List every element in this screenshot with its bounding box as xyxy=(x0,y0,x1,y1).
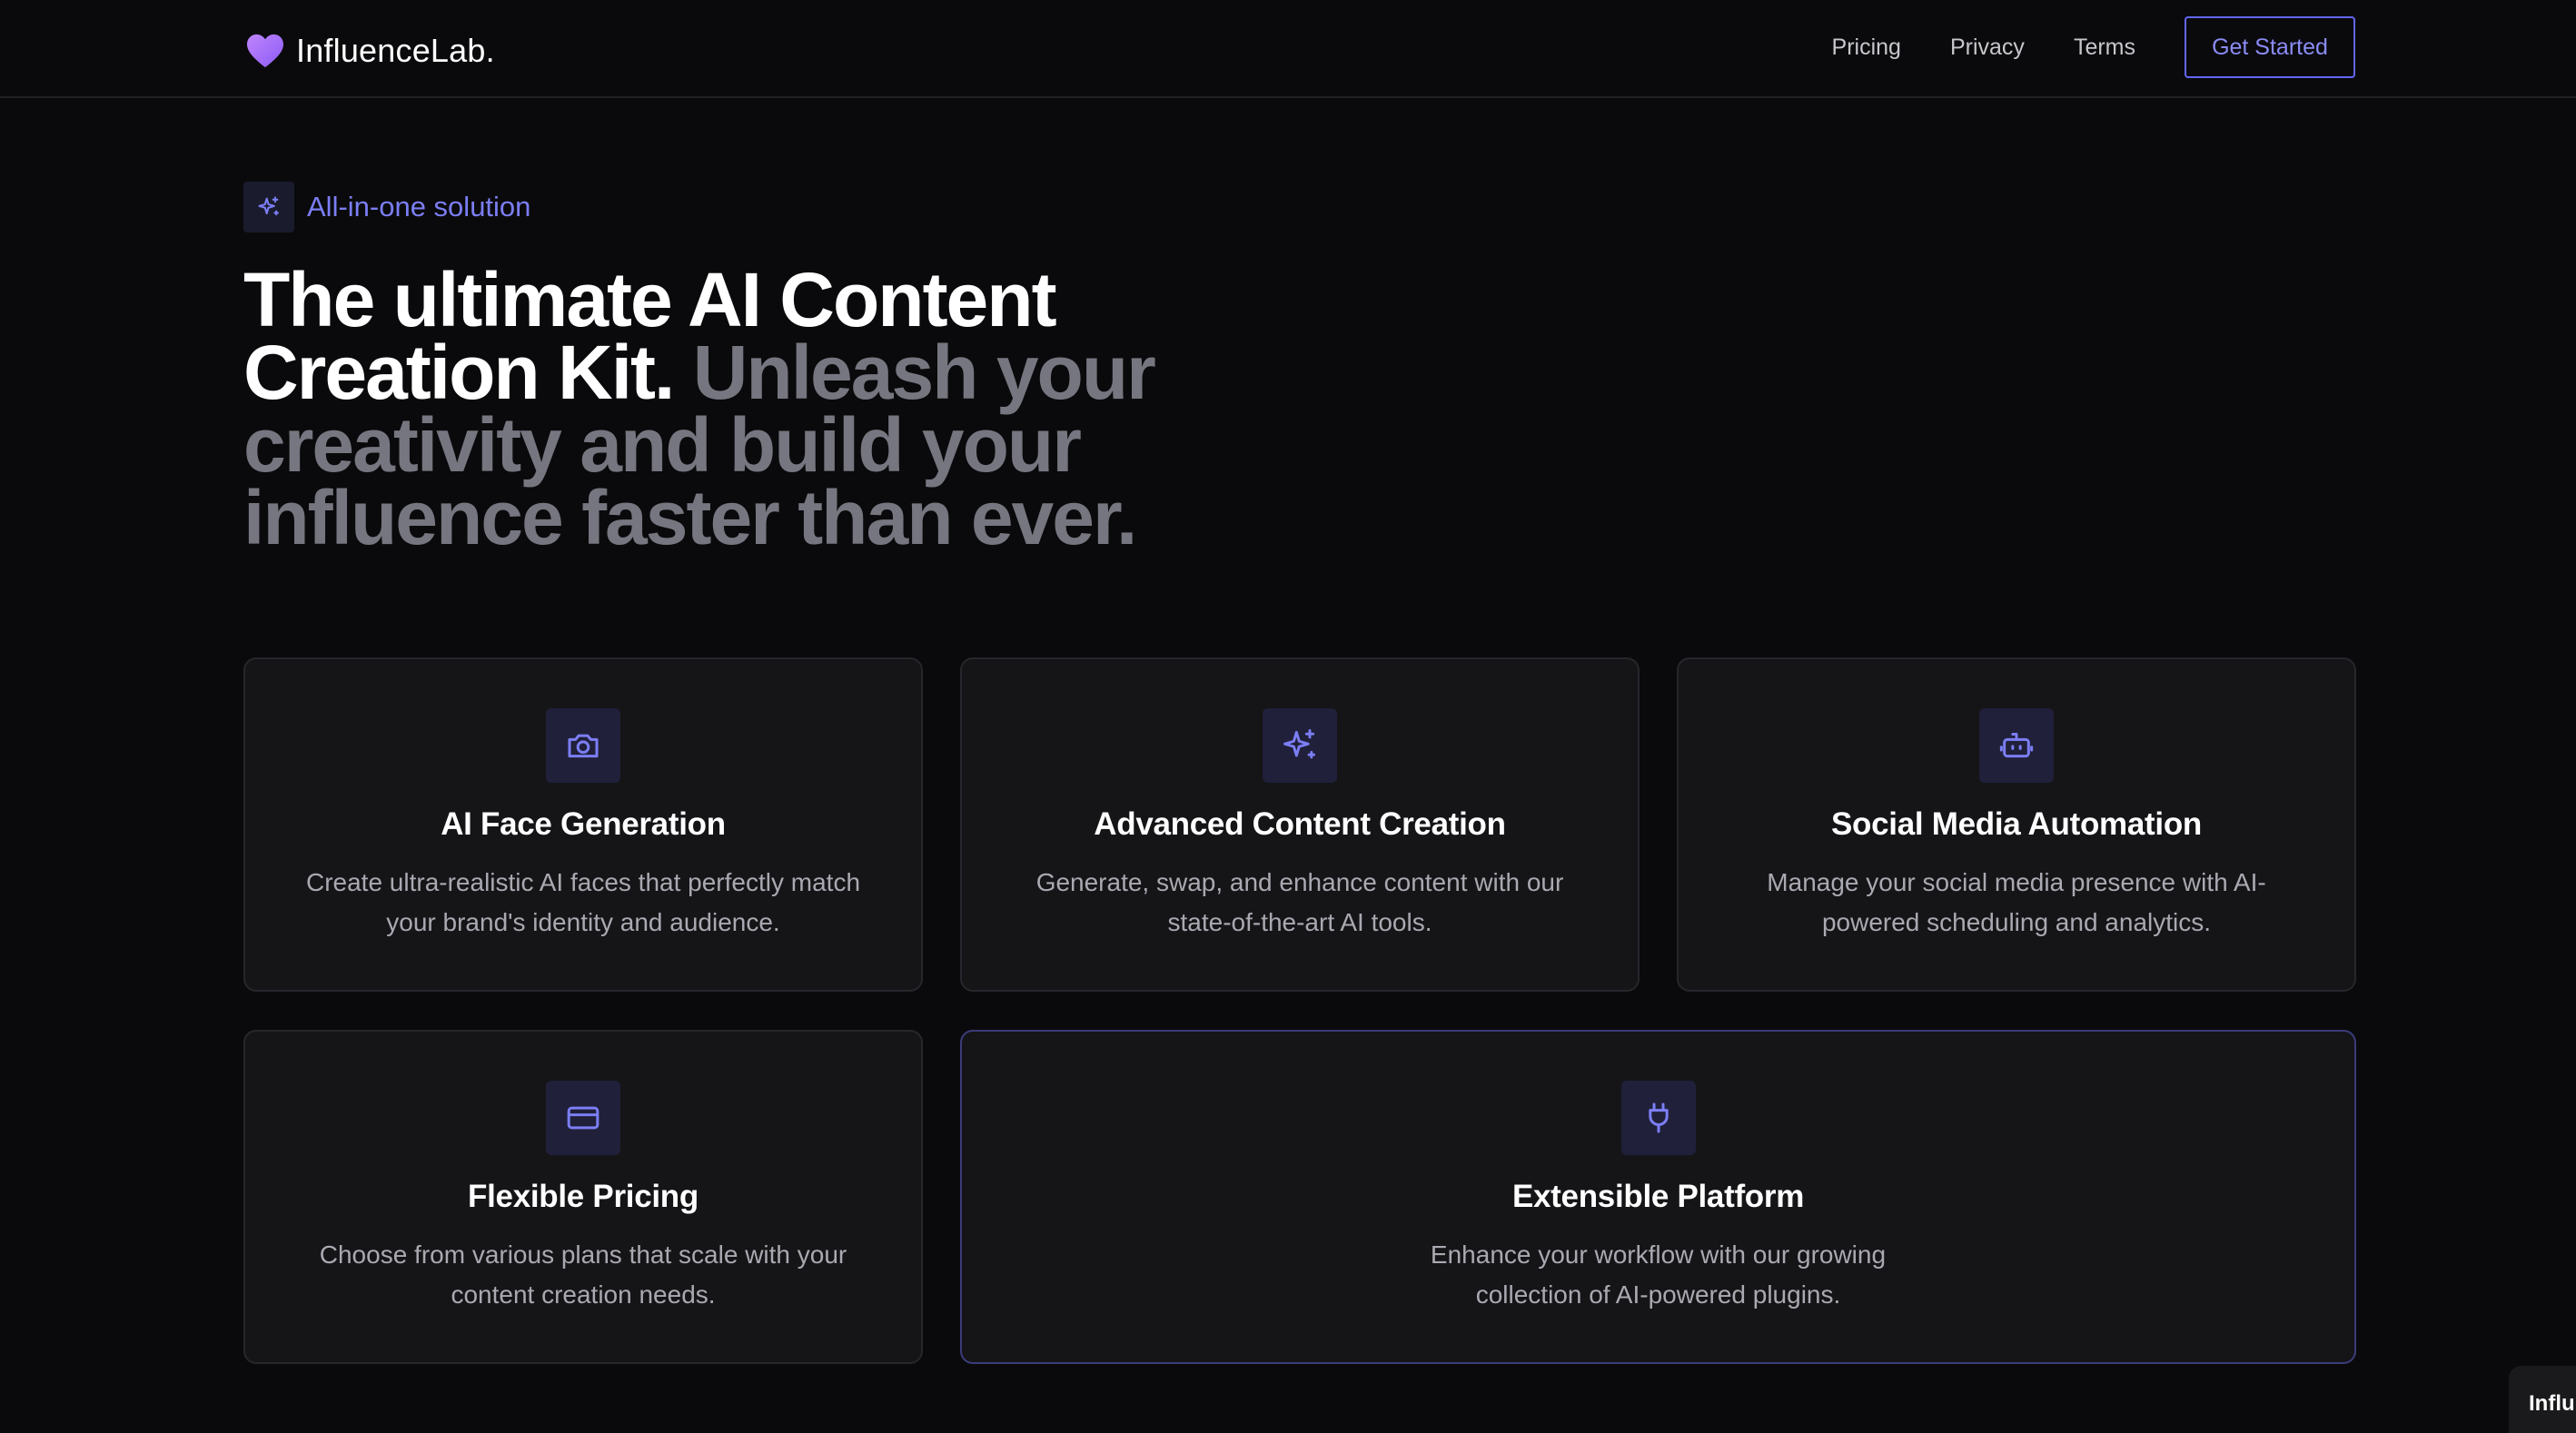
feature-title: Social Media Automation xyxy=(1831,806,2202,842)
hero-title: The ultimate AI Content Creation Kit. Un… xyxy=(243,262,1206,556)
bot-icon xyxy=(1979,708,2054,783)
top-nav: Pricing Privacy Terms Get Started xyxy=(1832,16,2355,78)
feature-title: Flexible Pricing xyxy=(468,1179,698,1214)
sparkles-icon xyxy=(1263,708,1337,783)
feature-title: Extensible Platform xyxy=(1511,1179,1805,1214)
feature-card-advanced-content-creation: Advanced Content Creation Generate, swap… xyxy=(960,657,1640,992)
feature-card-extensible-platform: Extensible Platform Enhance your workflo… xyxy=(960,1030,2356,1364)
feature-card-flexible-pricing: Flexible Pricing Choose from various pla… xyxy=(243,1030,923,1364)
feature-description: Choose from various plans that scale wit… xyxy=(319,1240,847,1309)
site-header: InfluenceLab. Pricing Privacy Terms Get … xyxy=(0,0,2576,98)
floating-widget[interactable]: Influ xyxy=(2509,1366,2576,1433)
hero-badge-label: All-in-one solution xyxy=(307,191,531,222)
sparkles-icon xyxy=(243,182,294,232)
feature-description: Manage your social media presence with A… xyxy=(1767,868,2266,936)
hero-badge: All-in-one solution xyxy=(243,182,530,232)
feature-description: Enhance your workflow with our growing c… xyxy=(1430,1240,1887,1309)
nav-link-pricing[interactable]: Pricing xyxy=(1832,35,1901,61)
feature-title: AI Face Generation xyxy=(441,806,726,842)
credit-card-icon xyxy=(546,1081,620,1155)
feature-description: Create ultra-realistic AI faces that per… xyxy=(305,868,861,936)
feature-card-ai-face-generation: AI Face Generation Create ultra-realisti… xyxy=(243,657,923,992)
nav-link-privacy[interactable]: Privacy xyxy=(1950,35,2025,61)
brand-logo[interactable]: InfluenceLab. xyxy=(245,31,495,71)
feature-title: Advanced Content Creation xyxy=(1094,806,1506,842)
camera-icon xyxy=(546,708,620,783)
plug-icon xyxy=(1620,1081,1696,1155)
feature-description: Generate, swap, and enhance content with… xyxy=(1035,868,1564,936)
feature-card-social-media-automation: Social Media Automation Manage your soci… xyxy=(1677,657,2356,992)
brand-name: InfluenceLab. xyxy=(296,32,495,69)
heart-icon xyxy=(247,34,283,68)
get-started-button[interactable]: Get Started xyxy=(2185,16,2355,78)
nav-link-terms[interactable]: Terms xyxy=(2074,35,2135,61)
